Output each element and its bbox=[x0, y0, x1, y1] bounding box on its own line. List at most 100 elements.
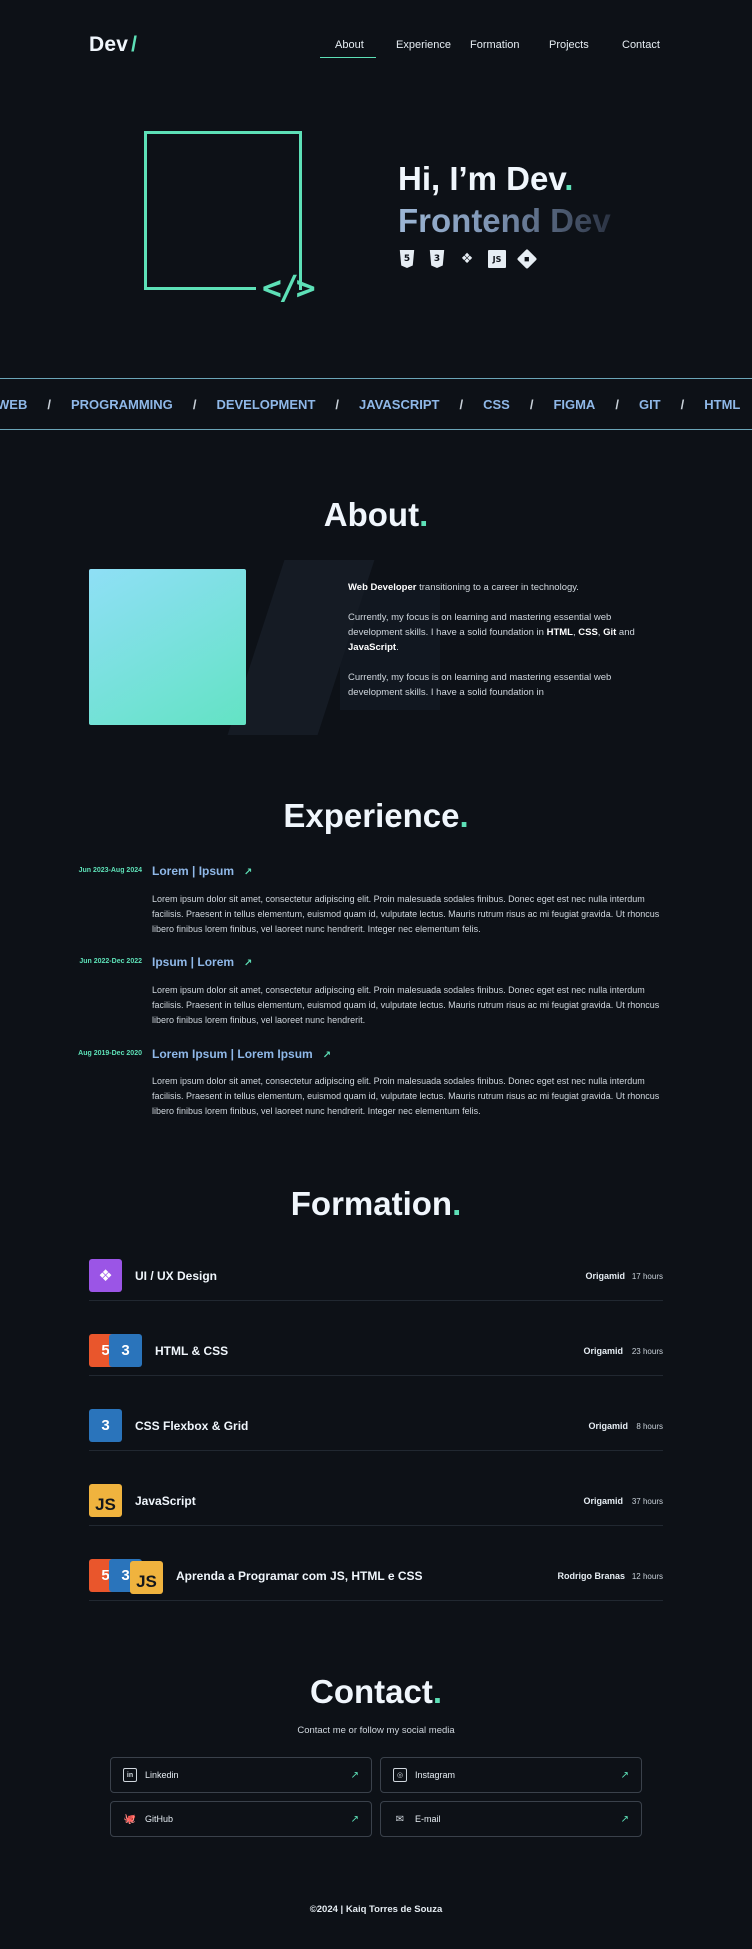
external-arrow-icon: ↗ bbox=[350, 1813, 359, 1825]
git-icon: ◆ bbox=[516, 248, 538, 270]
formation-item: ❖ UI / UX Design Origamid 17 hours bbox=[89, 1226, 663, 1301]
javascript-icon: JS bbox=[488, 250, 506, 268]
experience-date: Jun 2023-Aug 2024 bbox=[78, 867, 142, 874]
marquee-separator: / bbox=[47, 396, 51, 412]
logo-slash: / bbox=[131, 33, 138, 56]
figma-icon: ❖ bbox=[460, 251, 474, 267]
instagram-icon: ◎ bbox=[393, 1768, 407, 1782]
tech-stack-icons: 5 3 ❖ JS ◆ bbox=[398, 248, 538, 270]
nav-about[interactable]: About bbox=[335, 39, 364, 51]
about-paragraph-2: Currently, my focus is on learning and m… bbox=[348, 612, 635, 653]
course-hours: 8 hours bbox=[636, 1422, 663, 1431]
hero-title: Hi, I’m Dev. bbox=[398, 160, 574, 197]
mail-icon: ✉ bbox=[395, 1813, 405, 1825]
course-name: UI / UX Design bbox=[135, 1269, 218, 1283]
javascript-icon: JS bbox=[130, 1561, 163, 1594]
external-arrow-icon: ↗ bbox=[350, 1769, 359, 1781]
course-hours: 12 hours bbox=[631, 1572, 663, 1581]
skills-marquee: WEB / PROGRAMMING / DEVELOPMENT / JAVASC… bbox=[0, 378, 752, 430]
course-hours: 23 hours bbox=[631, 1347, 663, 1356]
marquee-item: CSS bbox=[483, 396, 510, 412]
instagram-link[interactable]: ◎ Instagram ↗ bbox=[380, 1757, 642, 1793]
formation-item: 5 3 HTML & CSS Origamid 23 hours bbox=[89, 1301, 663, 1376]
nav-contact[interactable]: Contact bbox=[622, 39, 660, 51]
contact-title: Contact. bbox=[309, 1673, 442, 1710]
logo-text: Dev bbox=[89, 33, 129, 56]
marquee-separator: / bbox=[192, 396, 197, 412]
external-arrow-icon: ↗ bbox=[620, 1769, 629, 1781]
marquee-item: HTML bbox=[704, 396, 741, 412]
marquee-separator: / bbox=[459, 396, 464, 412]
marquee-item: FIGMA bbox=[553, 396, 596, 412]
experience-date: Aug 2019-Dec 2020 bbox=[78, 1050, 142, 1057]
nav-active-underline bbox=[320, 57, 376, 58]
footer-copyright: ©2024 | Kaiq Torres de Souza bbox=[309, 1904, 443, 1915]
css3-icon: 3 bbox=[429, 250, 445, 268]
experience-title: Experience. bbox=[283, 797, 469, 834]
contact-subtitle: Contact me or follow my social media bbox=[297, 1725, 455, 1736]
experience-description: Lorem ipsum dolor sit amet, consectetur … bbox=[152, 985, 660, 1025]
nav-experience[interactable]: Experience bbox=[396, 39, 451, 51]
external-arrow-icon: ↗ bbox=[244, 958, 253, 969]
formation-item: 5 3 JS Aprenda a Programar com JS, HTML … bbox=[89, 1526, 663, 1601]
marquee-item: GIT bbox=[638, 396, 661, 412]
hero-frame bbox=[144, 131, 302, 290]
about-paragraph-1: Web Developer transitioning to a career … bbox=[348, 582, 579, 593]
course-name: HTML & CSS bbox=[155, 1344, 229, 1358]
nav-projects[interactable]: Projects bbox=[549, 39, 589, 51]
code-icon: </> bbox=[262, 268, 316, 307]
external-arrow-icon: ↗ bbox=[322, 1050, 332, 1061]
linkedin-icon: in bbox=[123, 1768, 137, 1782]
about-title: About. bbox=[323, 496, 429, 533]
site-logo[interactable]: Dev / bbox=[89, 33, 137, 57]
formation-title: Formation. bbox=[290, 1185, 462, 1222]
hero-frame-bottom bbox=[144, 287, 256, 290]
course-school: Origamid bbox=[583, 1346, 623, 1356]
formation-item: 3 CSS Flexbox & Grid Origamid 8 hours bbox=[89, 1376, 663, 1451]
linkedin-link[interactable]: in Linkedin ↗ bbox=[110, 1757, 372, 1793]
css3-icon: 3 bbox=[89, 1409, 122, 1442]
marquee-item: JAVASCRIPT bbox=[359, 396, 440, 412]
figma-icon: ❖ bbox=[89, 1259, 122, 1292]
about-photo bbox=[89, 569, 246, 725]
about-paragraph-3: Currently, my focus is on learning and m… bbox=[348, 672, 612, 698]
course-name: JavaScript bbox=[135, 1494, 196, 1508]
marquee-separator: / bbox=[529, 396, 534, 412]
contact-link-label: Instagram bbox=[415, 1770, 456, 1780]
html5-icon: 5 bbox=[399, 250, 415, 268]
marquee-separator: / bbox=[335, 396, 340, 412]
formation-item: JS JavaScript Origamid 37 hours bbox=[89, 1451, 663, 1526]
course-school: Origamid bbox=[583, 1496, 623, 1506]
contact-link-label: E-mail bbox=[415, 1814, 441, 1824]
about-text: Web Developer transitioning to a career … bbox=[348, 580, 648, 715]
github-icon: 🐙 bbox=[123, 1813, 137, 1825]
experience-description: Lorem ipsum dolor sit amet, consectetur … bbox=[152, 894, 660, 934]
contact-link-label: Linkedin bbox=[145, 1770, 179, 1780]
nav-formation[interactable]: Formation bbox=[470, 39, 520, 51]
course-hours: 17 hours bbox=[631, 1272, 663, 1281]
external-arrow-icon: ↗ bbox=[620, 1813, 629, 1825]
email-link[interactable]: ✉ E-mail ↗ bbox=[380, 1801, 642, 1837]
external-arrow-icon: ↗ bbox=[244, 867, 253, 878]
course-hours: 37 hours bbox=[631, 1497, 663, 1506]
experience-description: Lorem ipsum dolor sit amet, consectetur … bbox=[152, 1076, 660, 1116]
experience-title-link[interactable]: Lorem | Ipsum ↗ bbox=[152, 864, 252, 878]
marquee-item: WEB bbox=[0, 396, 28, 412]
javascript-icon: JS bbox=[89, 1484, 122, 1517]
course-name: Aprenda a Programar com JS, HTML e CSS bbox=[176, 1569, 423, 1583]
course-name: CSS Flexbox & Grid bbox=[135, 1419, 249, 1433]
experience-title-link[interactable]: Lorem Ipsum | Lorem Ipsum ↗ bbox=[152, 1047, 331, 1061]
experience-title-link[interactable]: Ipsum | Lorem ↗ bbox=[152, 955, 252, 969]
course-school: Origamid bbox=[585, 1271, 625, 1281]
marquee-separator: / bbox=[680, 396, 685, 412]
css3-icon: 3 bbox=[109, 1334, 142, 1367]
marquee-item: PROGRAMMING bbox=[70, 396, 173, 412]
hero-subtitle: Frontend Dev bbox=[398, 202, 611, 239]
experience-date: Jun 2022-Dec 2022 bbox=[79, 958, 142, 965]
contact-link-label: GitHub bbox=[145, 1814, 174, 1824]
marquee-item: DEVELOPMENT bbox=[216, 396, 316, 412]
github-link[interactable]: 🐙 GitHub ↗ bbox=[110, 1801, 372, 1837]
course-school: Rodrigo Branas bbox=[557, 1571, 625, 1581]
course-school: Origamid bbox=[588, 1421, 628, 1431]
marquee-separator: / bbox=[615, 396, 619, 412]
